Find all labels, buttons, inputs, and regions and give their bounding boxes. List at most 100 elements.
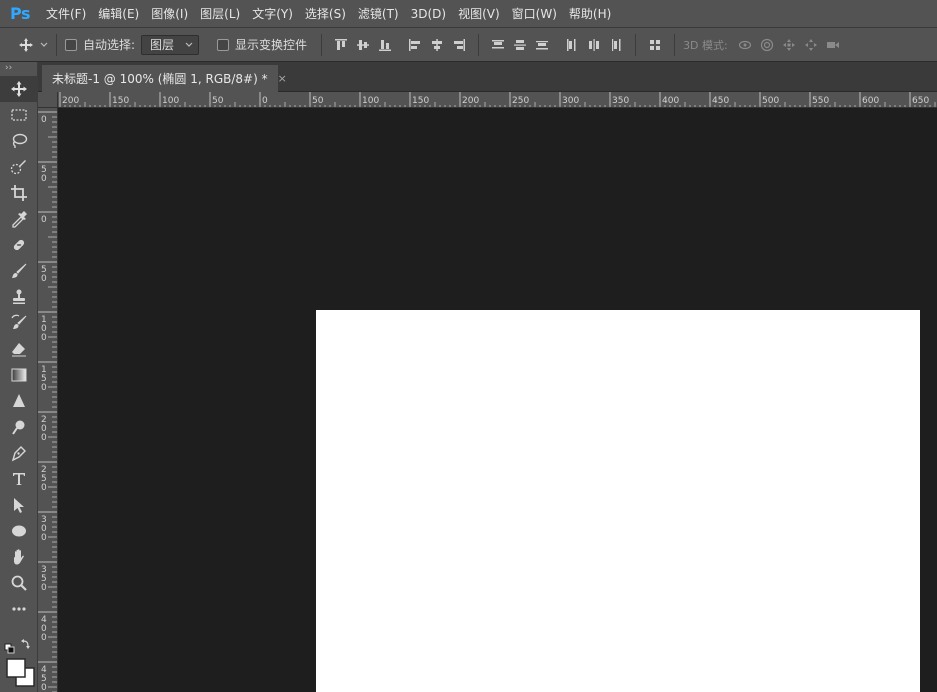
align-right-icon[interactable]: [450, 36, 468, 54]
video-3d-icon[interactable]: [824, 36, 842, 54]
ruler-label: 0: [41, 633, 47, 643]
lasso-tool[interactable]: [0, 128, 38, 154]
auto-align-icon[interactable]: [646, 36, 664, 54]
menu-type[interactable]: 文字(Y): [246, 5, 299, 22]
marquee-tool[interactable]: [0, 102, 38, 128]
show-transform-label: 显示变换控件: [235, 38, 308, 52]
blur-icon: [13, 394, 25, 407]
ruler-label: 0: [262, 96, 268, 106]
ruler-label: 350: [612, 96, 629, 106]
menu-filter[interactable]: 滤镜(T): [352, 5, 405, 22]
distribute-left-icon[interactable]: [563, 36, 581, 54]
blur-tool[interactable]: [0, 388, 38, 414]
auto-select-target-value: 图层: [150, 38, 175, 52]
ruler-label: 150: [112, 96, 129, 106]
distribute-vcenter-icon[interactable]: [511, 36, 529, 54]
ruler-label: 100: [362, 96, 379, 106]
move-icon: [19, 37, 33, 52]
pen-tool[interactable]: [0, 440, 38, 466]
ruler-label: 0: [41, 333, 47, 343]
distribute-bottom-icon[interactable]: [533, 36, 551, 54]
pan-3d-icon[interactable]: [780, 36, 798, 54]
baidu-jingyan-watermark: Bai 经验 jingyan.baidu.com: [720, 592, 920, 680]
zoom-tool[interactable]: [0, 570, 38, 596]
align-top-icon[interactable]: [332, 36, 350, 54]
quick-select-tool[interactable]: [0, 154, 38, 180]
menu-select[interactable]: 选择(S): [299, 5, 352, 22]
ruler-label: 0: [41, 274, 47, 284]
show-transform-checkbox[interactable]: [217, 38, 230, 51]
distribute-top-icon[interactable]: [489, 36, 507, 54]
divider: [56, 33, 57, 56]
hand-tool[interactable]: [0, 544, 38, 570]
document-tab[interactable]: 未标题-1 @ 100% (椭圆 1, RGB/8#) * ×: [42, 65, 287, 92]
dodge-tool[interactable]: [0, 414, 38, 440]
menu-edit[interactable]: 编辑(E): [92, 5, 145, 22]
crop-icon: [11, 185, 27, 201]
history-brush-tool[interactable]: [0, 310, 38, 336]
menu-window[interactable]: 窗口(W): [506, 5, 563, 22]
brush-tool[interactable]: [0, 258, 38, 284]
divider: [321, 33, 323, 56]
distribute-right-icon[interactable]: [607, 36, 625, 54]
ruler-label: 600: [862, 96, 879, 106]
watermark-logo-text: Bai 经验: [720, 616, 841, 651]
menu-file[interactable]: 文件(F): [40, 5, 92, 22]
path-select-tool[interactable]: [0, 492, 38, 518]
stamp-tool[interactable]: [0, 284, 38, 310]
auto-select-target-dropdown[interactable]: 图层: [141, 34, 200, 55]
dodge-icon: [12, 420, 25, 435]
menu-view[interactable]: 视图(V): [452, 5, 506, 22]
eyedropper-icon: [12, 211, 27, 228]
roll-3d-icon[interactable]: [758, 36, 776, 54]
menu-help[interactable]: 帮助(H): [563, 5, 617, 22]
align-hcenter-icon[interactable]: [428, 36, 446, 54]
close-icon[interactable]: ×: [278, 72, 287, 85]
auto-select-checkbox[interactable]: [65, 38, 77, 51]
watermark-url: jingyan.baidu.com: [720, 650, 859, 668]
menu-layer[interactable]: 图层(L): [194, 5, 246, 22]
auto-select-label: 自动选择:: [83, 38, 136, 52]
ruler-origin[interactable]: [38, 92, 58, 108]
horizontal-ruler[interactable]: 200 150 100 50 0 50 100 150 200 250 300 350 400 450 50…: [58, 92, 937, 108]
type-icon: [13, 473, 25, 485]
default-colors-icon[interactable]: [4, 643, 15, 654]
menu-bar: Ps 文件(F) 编辑(E) 图像(I) 图层(L) 文字(Y) 选择(S) 滤…: [0, 0, 937, 28]
ruler-label: 50: [212, 96, 224, 106]
ruler-label: 0: [41, 115, 47, 125]
ruler-label: 100: [162, 96, 179, 106]
options-bar: 自动选择: 图层 显示变换控件 3D 模式:: [0, 28, 937, 62]
ellipsis-icon: [12, 607, 26, 611]
ruler-label: 150: [412, 96, 429, 106]
more-tools[interactable]: [0, 596, 38, 622]
photoshop-logo: Ps: [10, 4, 30, 23]
vertical-ruler[interactable]: 050050100150200250300350400450: [38, 108, 58, 692]
ellipse-tool[interactable]: [0, 518, 38, 544]
menu-image[interactable]: 图像(I): [145, 5, 194, 22]
divider: [478, 33, 480, 56]
foreground-color-swatch[interactable]: [6, 658, 26, 678]
align-left-icon[interactable]: [406, 36, 424, 54]
eyedropper-tool[interactable]: [0, 206, 38, 232]
eraser-tool[interactable]: [0, 336, 38, 362]
menu-3d[interactable]: 3D(D): [405, 7, 452, 21]
move-tool[interactable]: [0, 76, 38, 102]
document-tab-title: 未标题-1 @ 100% (椭圆 1, RGB/8#) *: [52, 72, 268, 86]
slide-3d-icon[interactable]: [802, 36, 820, 54]
collapse-panel-icon[interactable]: ››: [0, 62, 37, 76]
healing-tool[interactable]: [0, 232, 38, 258]
type-tool[interactable]: [0, 466, 38, 492]
swap-colors-icon[interactable]: [21, 639, 30, 649]
mode-3d-label: 3D 模式:: [683, 38, 728, 52]
align-vcenter-icon[interactable]: [354, 36, 372, 54]
distribute-hcenter-icon[interactable]: [585, 36, 603, 54]
ruler-label: 200: [462, 96, 479, 106]
crop-tool[interactable]: [0, 180, 38, 206]
align-bottom-icon[interactable]: [376, 36, 394, 54]
ruler-label: 450: [712, 96, 729, 106]
tool-preset-picker[interactable]: [18, 37, 48, 53]
ruler-label: 500: [762, 96, 779, 106]
gradient-tool[interactable]: [0, 362, 38, 388]
orbit-3d-icon[interactable]: [736, 36, 754, 54]
document-tab-bar: 未标题-1 @ 100% (椭圆 1, RGB/8#) * ×: [38, 62, 937, 92]
